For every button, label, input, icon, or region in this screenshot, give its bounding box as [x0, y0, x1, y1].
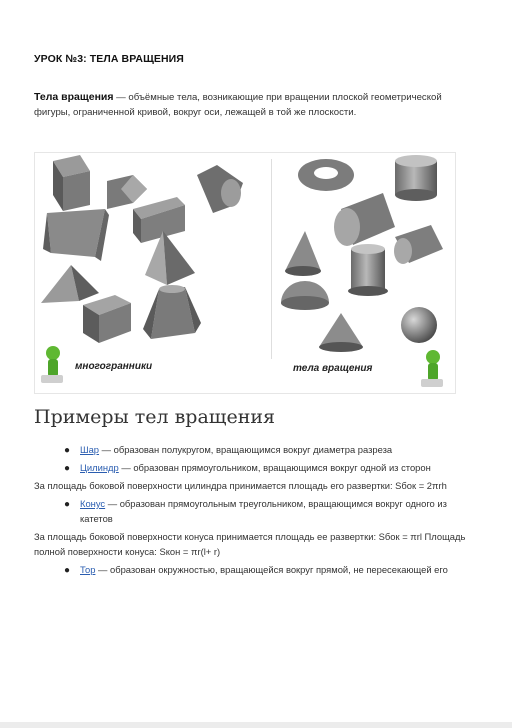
cylinder-side-shape — [394, 225, 443, 264]
list-item: ● Цилиндр — образован прямоугольником, в… — [34, 460, 480, 475]
torus-text: — образован окружностью, вращающейся вок… — [95, 564, 448, 575]
cone-shape — [285, 231, 321, 276]
cube-small-shape — [83, 295, 131, 343]
box-shape — [133, 197, 185, 243]
hexagonal-prism-shape — [107, 175, 147, 209]
tetrahedron-shape — [41, 265, 99, 303]
cube-shape — [53, 155, 90, 211]
cylinder-upright-shape — [395, 155, 437, 201]
list-item: ● Конус — образован прямоугольным треуго… — [34, 496, 480, 526]
frustum-cone-shape — [348, 244, 388, 296]
cone-flat-shape — [319, 313, 363, 352]
section-heading: Примеры тел вращения — [34, 406, 276, 428]
torus-link[interactable]: Тор — [80, 564, 95, 575]
cone-area-paragraph: За площадь боковой поверхности конуса пр… — [34, 531, 466, 557]
frustum-pyramid-shape — [143, 285, 201, 339]
bullet-dot-icon: ● — [64, 463, 71, 474]
octagonal-prism-shape — [197, 165, 243, 213]
intro-paragraph: Тела вращения — объёмные тела, возникающ… — [34, 90, 476, 120]
cylinder-area-paragraph: За площадь боковой поверхности цилиндра … — [34, 480, 447, 491]
bullet-dot-icon: ● — [64, 499, 71, 510]
bullet-dot-icon: ● — [64, 445, 71, 456]
examples-content: ● Шар — образован полукругом, вращающимс… — [34, 442, 480, 580]
list-item: ● Шар — образован полукругом, вращающимс… — [34, 442, 480, 457]
triangular-prism-shape — [43, 209, 109, 261]
figure-divider — [271, 159, 272, 359]
page-bottom-edge — [0, 722, 512, 728]
cone-link[interactable]: Конус — [80, 498, 105, 509]
sphere-text: — образован полукругом, вращающимся вокр… — [99, 444, 393, 455]
intro-term: Тела вращения — [34, 91, 114, 103]
sphere-shape — [401, 307, 437, 343]
cylinder-link[interactable]: Цилиндр — [80, 462, 119, 473]
cylinder-tilted-shape — [334, 193, 395, 246]
solids-drawing — [41, 155, 443, 387]
lesson-title: УРОК №3: ТЕЛА ВРАЩЕНИЯ — [34, 53, 184, 65]
bullet-dot-icon: ● — [64, 565, 71, 576]
cone-text: — образован прямоугольным треугольником,… — [80, 498, 447, 524]
sphere-link[interactable]: Шар — [80, 444, 99, 455]
list-item: ● Тор — образован окружностью, вращающей… — [34, 562, 480, 577]
mascot-left-icon — [41, 346, 63, 383]
revolution-caption: тела вращения — [293, 363, 373, 374]
polyhedra-caption: многогранники — [75, 361, 153, 372]
solids-illustration: многогранники тела вращения — [34, 152, 456, 394]
mascot-right-icon — [421, 350, 443, 387]
document-page: УРОК №3: ТЕЛА ВРАЩЕНИЯ Тела вращения — о… — [0, 0, 512, 728]
torus-shape — [298, 159, 354, 191]
cylinder-text: — образован прямоугольником, вращающимся… — [118, 462, 431, 473]
hemisphere-shape — [281, 281, 329, 310]
